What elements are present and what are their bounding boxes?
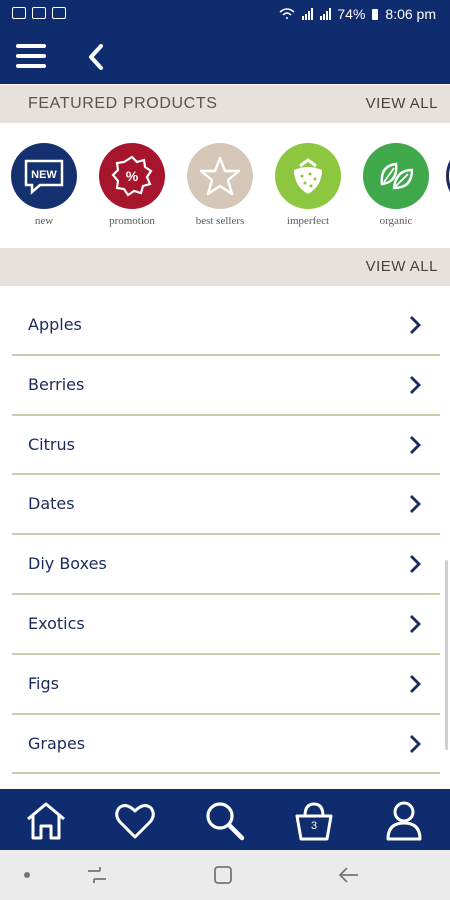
chevron-right-icon bbox=[410, 316, 421, 334]
category-label: Dates bbox=[28, 494, 75, 514]
star-icon bbox=[187, 143, 253, 209]
svg-text:%: % bbox=[126, 168, 139, 184]
category-row-citrus[interactable]: Citrus bbox=[12, 416, 440, 476]
featured-organic[interactable]: organic bbox=[356, 143, 436, 227]
featured-new[interactable]: NEW new bbox=[4, 143, 84, 227]
chevron-right-icon bbox=[410, 674, 421, 693]
notification-icons bbox=[12, 7, 66, 19]
featured-best-sellers[interactable]: best sellers bbox=[180, 143, 260, 227]
bottom-nav: 3 bbox=[0, 789, 450, 850]
new-badge-icon: NEW bbox=[11, 143, 77, 209]
featured-carousel[interactable]: NEW new % promotion best sellers imperfe… bbox=[0, 123, 450, 249]
category-label: Figs bbox=[28, 673, 59, 693]
basket-button[interactable]: 3 bbox=[292, 799, 336, 843]
svg-text:NEW: NEW bbox=[31, 169, 57, 181]
home-icon[interactable] bbox=[24, 799, 68, 843]
featured-label: promotion bbox=[109, 215, 155, 227]
featured-next-item-partial[interactable] bbox=[446, 143, 450, 209]
signal-icon bbox=[302, 8, 314, 20]
image-notification-icon bbox=[12, 7, 26, 19]
back-arrow-icon[interactable] bbox=[338, 865, 360, 885]
scrollbar-thumb[interactable] bbox=[445, 560, 448, 750]
battery-icon bbox=[372, 8, 379, 20]
featured-label: new bbox=[34, 215, 54, 227]
category-row-apples[interactable]: Apples bbox=[12, 296, 440, 356]
category-label: Citrus bbox=[28, 434, 75, 454]
search-icon[interactable] bbox=[202, 799, 246, 843]
category-row-berries[interactable]: Berries bbox=[12, 356, 440, 416]
status-right: 74% 8:06 pm bbox=[279, 6, 436, 22]
chevron-right-icon bbox=[410, 435, 421, 454]
back-chevron-icon[interactable] bbox=[82, 42, 112, 72]
menu-icon[interactable] bbox=[16, 44, 46, 68]
featured-label: organic bbox=[379, 215, 413, 227]
featured-label: best sellers bbox=[195, 215, 245, 227]
categories-header: VIEW ALL bbox=[0, 248, 450, 286]
chevron-right-icon bbox=[410, 375, 421, 394]
dot-icon[interactable] bbox=[22, 870, 32, 880]
category-label: Exotics bbox=[28, 613, 85, 633]
account-icon[interactable] bbox=[382, 799, 426, 843]
strawberry-icon bbox=[275, 143, 341, 209]
mail-notification-icon bbox=[52, 7, 66, 19]
wifi-icon bbox=[279, 8, 295, 19]
category-label: Diy Boxes bbox=[28, 554, 107, 574]
category-label: Berries bbox=[28, 374, 85, 394]
basket-count-badge: 3 bbox=[310, 820, 318, 832]
featured-title: FEATURED PRODUCTS bbox=[28, 95, 218, 112]
chevron-right-icon bbox=[410, 614, 421, 633]
category-label: Grapes bbox=[28, 733, 86, 753]
featured-view-all-link[interactable]: VIEW ALL bbox=[366, 95, 438, 112]
category-row-diy-boxes[interactable]: Diy Boxes bbox=[12, 535, 440, 595]
battery-text: 74% bbox=[337, 6, 366, 22]
chevron-right-icon bbox=[410, 555, 421, 574]
category-row-figs[interactable]: Figs bbox=[12, 655, 440, 715]
featured-header: FEATURED PRODUCTS VIEW ALL bbox=[0, 85, 450, 123]
category-row-grapes[interactable]: Grapes bbox=[12, 715, 440, 775]
category-label: Apples bbox=[28, 315, 82, 334]
heart-icon[interactable] bbox=[113, 799, 157, 843]
featured-imperfect[interactable]: imperfect bbox=[268, 143, 348, 227]
category-row-dates[interactable]: Dates bbox=[12, 475, 440, 536]
featured-promotion[interactable]: % promotion bbox=[92, 143, 172, 227]
featured-label: imperfect bbox=[286, 215, 330, 227]
chevron-right-icon bbox=[410, 495, 421, 514]
leaves-icon bbox=[363, 143, 429, 209]
signal-icon-2 bbox=[320, 8, 332, 20]
message-notification-icon bbox=[32, 7, 46, 19]
system-nav-bar bbox=[0, 850, 450, 900]
app-bar bbox=[0, 30, 450, 84]
percent-badge-icon: % bbox=[99, 143, 165, 209]
categories-view-all-link[interactable]: VIEW ALL bbox=[366, 258, 438, 275]
clock: 8:06 pm bbox=[385, 6, 436, 22]
category-list: Apples Berries Citrus Dates Diy Boxes Ex… bbox=[12, 296, 440, 775]
chevron-right-icon bbox=[410, 734, 421, 753]
category-row-exotics[interactable]: Exotics bbox=[12, 595, 440, 655]
home-square-icon[interactable] bbox=[213, 865, 233, 885]
status-bar: 74% 8:06 pm bbox=[0, 0, 450, 30]
recents-icon[interactable] bbox=[86, 865, 108, 885]
